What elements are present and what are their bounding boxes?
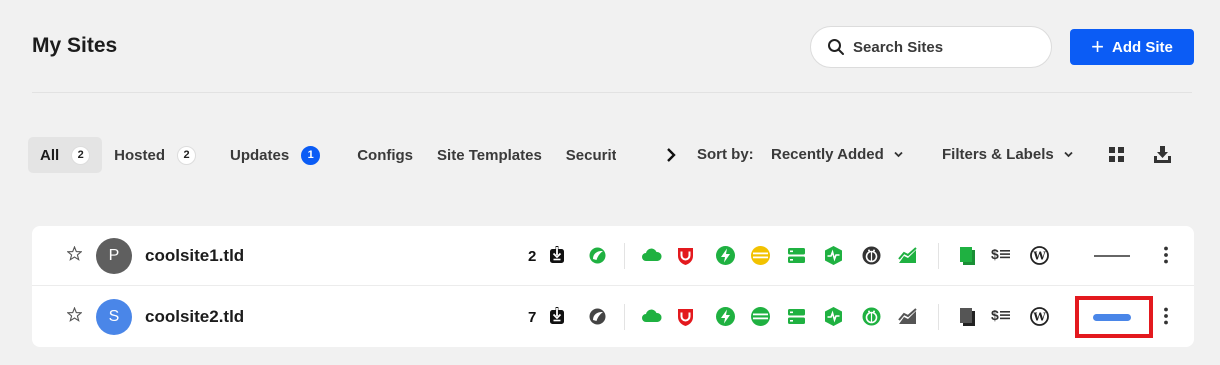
avatar: P bbox=[96, 238, 132, 274]
svg-text:W: W bbox=[1032, 250, 1046, 263]
column-divider bbox=[938, 304, 939, 330]
highlight-box bbox=[1075, 296, 1153, 338]
site-row[interactable]: S coolsite2.tld 7 $ W bbox=[32, 287, 1194, 347]
update-count: 2 bbox=[528, 248, 537, 265]
server-icon[interactable] bbox=[786, 245, 807, 266]
scroll-right-icon[interactable] bbox=[664, 146, 678, 164]
update-icon[interactable] bbox=[549, 246, 565, 264]
site-tabs: All 2 Hosted 2 Updates 1 Configs Site Te… bbox=[28, 137, 616, 173]
tab-label: Site Templates bbox=[437, 146, 542, 164]
more-vertical-icon[interactable] bbox=[1160, 306, 1172, 326]
tab-hosted[interactable]: Hosted 2 bbox=[102, 137, 208, 173]
search-field[interactable] bbox=[810, 26, 1052, 68]
uptime-icon[interactable] bbox=[823, 306, 844, 327]
analytics-icon[interactable] bbox=[897, 245, 918, 266]
site-name[interactable]: coolsite1.tld bbox=[145, 246, 244, 266]
update-icon[interactable] bbox=[549, 307, 565, 325]
header-divider bbox=[32, 92, 1192, 93]
tab-updates[interactable]: Updates 1 bbox=[218, 137, 332, 173]
dollar-icon[interactable]: $ bbox=[991, 307, 1010, 323]
chevron-down-icon bbox=[894, 151, 903, 158]
bug-icon[interactable] bbox=[861, 306, 882, 327]
avatar: S bbox=[96, 299, 132, 335]
database-icon[interactable] bbox=[750, 245, 771, 266]
chevron-down-icon bbox=[1064, 151, 1073, 158]
add-site-label: Add Site bbox=[1112, 38, 1173, 56]
tab-label: Security bbox=[565, 146, 616, 164]
wordpress-icon[interactable]: W bbox=[1029, 245, 1050, 266]
filters-label: Filters & Labels bbox=[942, 146, 1054, 163]
star-icon[interactable] bbox=[67, 307, 82, 322]
svg-text:W: W bbox=[1032, 311, 1046, 324]
dollar-icon[interactable]: $ bbox=[991, 246, 1010, 262]
tab-label: All bbox=[40, 146, 60, 164]
add-site-button[interactable]: + Add Site bbox=[1070, 29, 1194, 65]
leaf-icon[interactable] bbox=[589, 308, 606, 325]
plus-icon: + bbox=[1091, 34, 1104, 59]
shield-icon[interactable] bbox=[675, 245, 696, 266]
document-icon[interactable] bbox=[957, 245, 978, 266]
page-title: My Sites bbox=[32, 34, 118, 57]
shield-icon[interactable] bbox=[675, 306, 696, 327]
tab-all[interactable]: All 2 bbox=[28, 137, 103, 173]
tab-label: Configs bbox=[357, 146, 414, 164]
database-icon[interactable] bbox=[750, 306, 771, 327]
update-count: 7 bbox=[528, 309, 537, 326]
tab-site-templates[interactable]: Site Templates bbox=[425, 137, 554, 173]
site-row[interactable]: P coolsite1.tld 2 $ W bbox=[32, 226, 1194, 286]
bolt-icon[interactable] bbox=[715, 306, 736, 327]
grid-view-icon[interactable] bbox=[1108, 146, 1125, 163]
count-badge: 2 bbox=[71, 145, 91, 165]
download-icon[interactable] bbox=[1153, 145, 1172, 164]
tab-label: Hosted bbox=[114, 146, 166, 164]
count-badge: 2 bbox=[177, 145, 197, 165]
wordpress-icon[interactable]: W bbox=[1029, 306, 1050, 327]
search-icon bbox=[828, 39, 844, 55]
leaf-icon[interactable] bbox=[589, 247, 606, 264]
site-name[interactable]: coolsite2.tld bbox=[145, 307, 244, 327]
count-badge: 1 bbox=[301, 145, 321, 165]
server-icon[interactable] bbox=[786, 306, 807, 327]
column-divider bbox=[624, 304, 625, 330]
bolt-icon[interactable] bbox=[715, 245, 736, 266]
star-icon[interactable] bbox=[67, 246, 82, 261]
search-input[interactable] bbox=[853, 38, 1043, 56]
column-divider bbox=[624, 243, 625, 269]
cloud-icon[interactable] bbox=[641, 245, 662, 266]
uptime-icon[interactable] bbox=[823, 245, 844, 266]
sort-label: Sort by: bbox=[697, 146, 754, 163]
document-icon[interactable] bbox=[957, 306, 978, 327]
bug-icon[interactable] bbox=[861, 245, 882, 266]
tab-security[interactable]: Security bbox=[554, 137, 616, 173]
sort-dropdown[interactable]: Recently Added bbox=[771, 146, 904, 163]
tab-label: Updates bbox=[230, 146, 290, 164]
analytics-icon[interactable] bbox=[897, 306, 918, 327]
column-divider bbox=[938, 243, 939, 269]
sort-value: Recently Added bbox=[771, 146, 884, 163]
sites-list: P coolsite1.tld 2 $ W S coolsite2.tld 7 bbox=[32, 226, 1194, 347]
tab-configs[interactable]: Configs bbox=[345, 137, 425, 173]
status-indicator bbox=[1094, 255, 1130, 257]
more-vertical-icon[interactable] bbox=[1160, 245, 1172, 265]
cloud-icon[interactable] bbox=[641, 306, 662, 327]
filters-dropdown[interactable]: Filters & Labels bbox=[942, 146, 1074, 163]
